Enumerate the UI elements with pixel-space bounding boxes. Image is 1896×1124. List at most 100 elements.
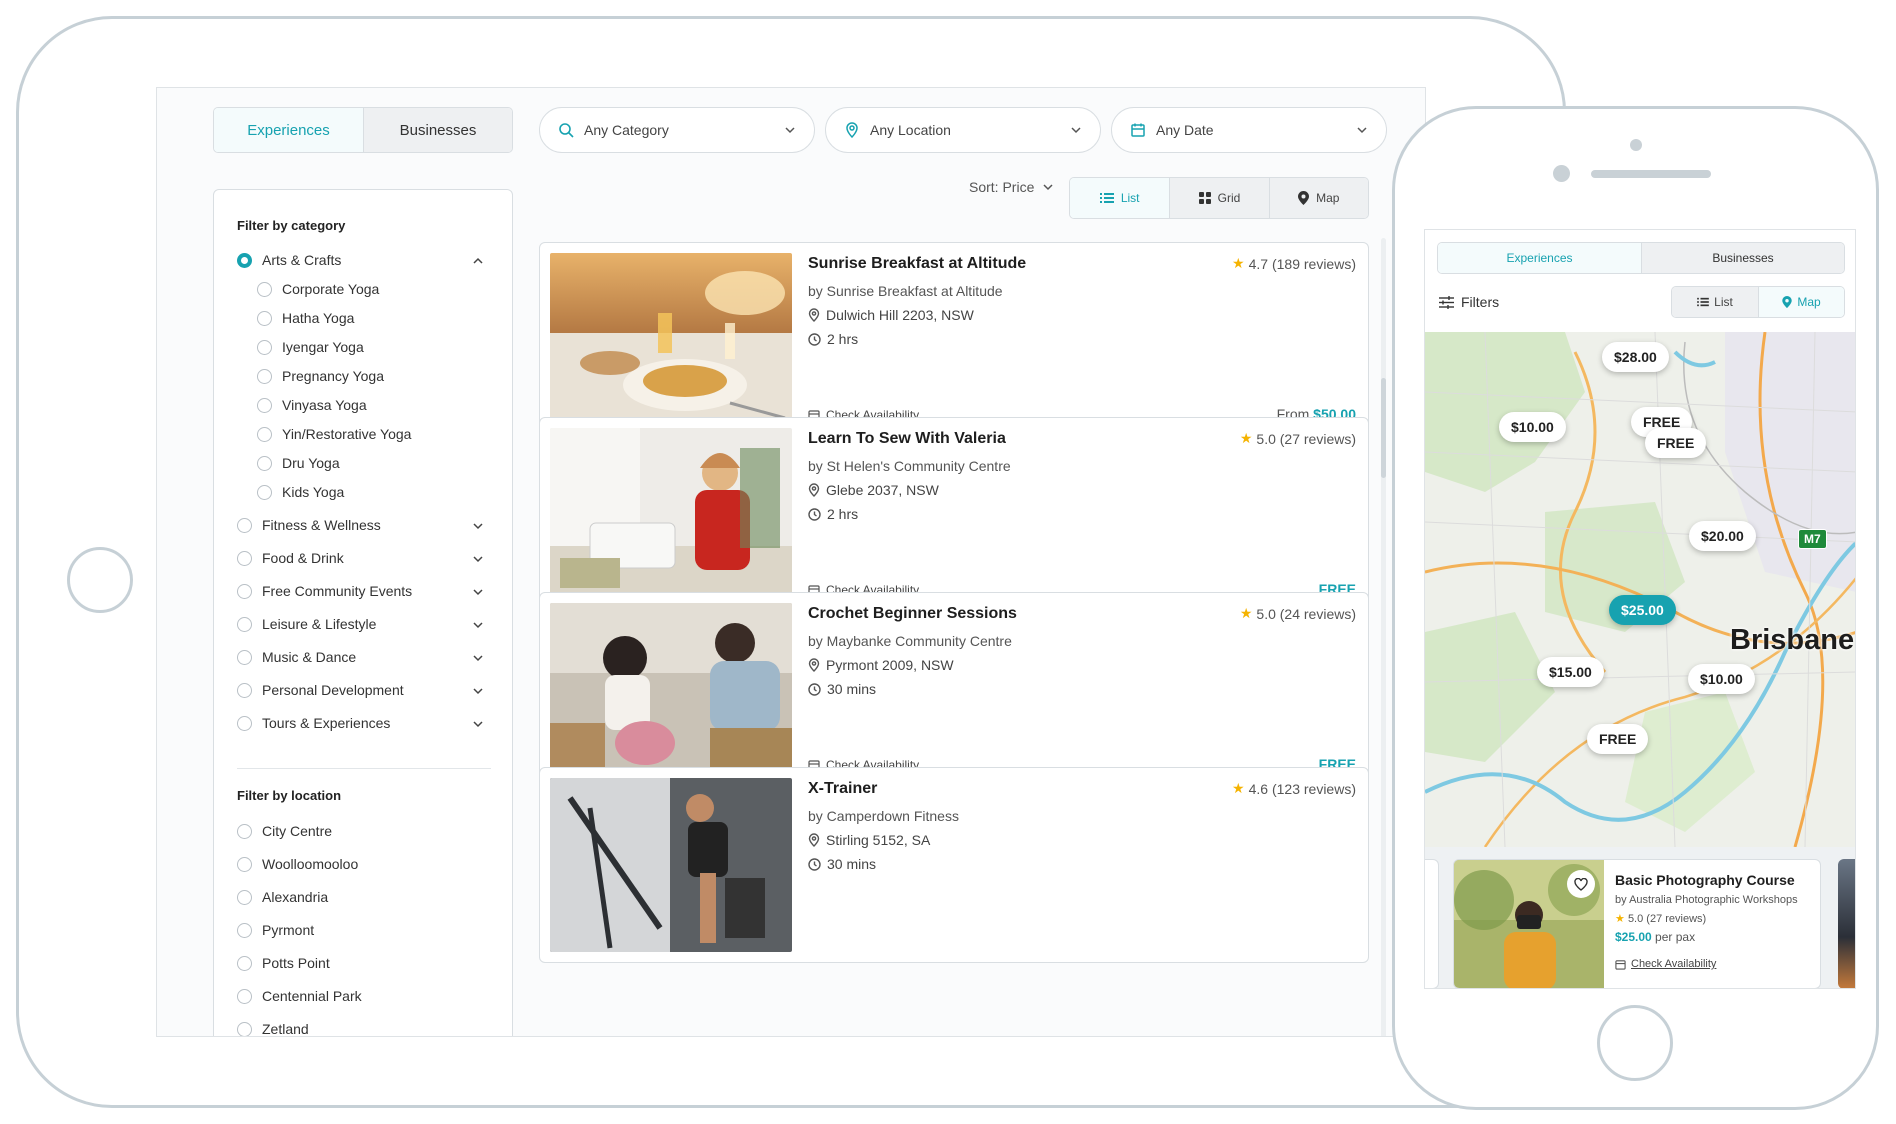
subcategory-dru-yoga[interactable]: Dru Yoga	[257, 455, 340, 471]
map-price-pin-selected[interactable]: $25.00	[1609, 595, 1676, 625]
date-dropdown[interactable]: Any Date	[1111, 107, 1387, 153]
phone-speaker	[1591, 170, 1711, 178]
view-list-label: List	[1714, 295, 1733, 309]
check-availability-link[interactable]: Check Availability	[1615, 958, 1716, 970]
location-label: Potts Point	[262, 955, 330, 971]
category-leisure-lifestyle[interactable]: Leisure & Lifestyle	[237, 616, 376, 632]
favorite-heart-button[interactable]	[1567, 870, 1595, 898]
map-card-carousel[interactable]: Basic Photography Course by Australia Ph…	[1425, 847, 1855, 988]
star-icon: ★	[1232, 255, 1245, 271]
mobile-filters-button[interactable]: Filters	[1439, 294, 1499, 310]
listing-card[interactable]: Crochet Beginner Sessions ★ 5.0 (24 revie…	[539, 592, 1369, 788]
subcategory-iyengar-yoga[interactable]: Iyengar Yoga	[257, 339, 364, 355]
location-alexandria[interactable]: Alexandria	[237, 889, 328, 905]
radio-icon	[237, 649, 252, 665]
listing-card[interactable]: Learn To Sew With Valeria ★ 5.0 (27 revie…	[539, 417, 1369, 613]
radio-icon	[257, 455, 272, 471]
chevron-down-icon[interactable]	[472, 553, 484, 565]
location-pin-icon	[846, 122, 858, 138]
listing-photo-sewing	[550, 428, 792, 602]
category-personal-development[interactable]: Personal Development	[237, 682, 404, 698]
chevron-up-icon[interactable]	[472, 255, 484, 267]
category-fitness-wellness[interactable]: Fitness & Wellness	[237, 517, 381, 533]
subcategory-yin-restorative-yoga[interactable]: Yin/Restorative Yoga	[257, 426, 411, 442]
category-dropdown[interactable]: Any Category	[539, 107, 815, 153]
map-price-pin[interactable]: FREE	[1587, 724, 1649, 754]
location-dropdown[interactable]: Any Location	[825, 107, 1101, 153]
listing-title[interactable]: Learn To Sew With Valeria	[808, 430, 1006, 448]
view-map-label: Map	[1797, 295, 1821, 309]
subcategory-corporate-yoga[interactable]: Corporate Yoga	[257, 281, 379, 297]
map-price-pin[interactable]: $15.00	[1537, 657, 1604, 687]
map-listing-card[interactable]: Basic Photography Course by Australia Ph…	[1453, 859, 1821, 988]
category-tours-experiences[interactable]: Tours & Experiences	[237, 715, 390, 731]
listing-card[interactable]: X-Trainer ★ 4.6 (123 reviews) by Camperdo…	[539, 767, 1369, 963]
map-price-pin[interactable]: $20.00	[1689, 521, 1756, 551]
location-dropdown-label: Any Location	[870, 122, 951, 138]
listing-title[interactable]: X-Trainer	[808, 780, 877, 798]
radio-checked-icon	[237, 252, 252, 268]
map-listing-title[interactable]: Basic Photography Course	[1615, 872, 1795, 888]
grid-icon	[1198, 192, 1211, 204]
map-pin-icon	[1298, 191, 1310, 205]
view-grid-button[interactable]: Grid	[1169, 178, 1269, 218]
chevron-down-icon[interactable]	[472, 520, 484, 532]
phone-sensor	[1630, 139, 1642, 151]
phone-home-button	[1597, 1005, 1673, 1081]
carousel-prev-card[interactable]	[1425, 859, 1439, 988]
duration-text: 30 mins	[827, 856, 877, 872]
listing-card[interactable]: Sunrise Breakfast at Altitude ★ 4.7 (189 …	[539, 242, 1369, 438]
scrollbar-track[interactable]	[1381, 238, 1386, 1036]
radio-icon	[237, 517, 252, 533]
clock-icon	[808, 682, 821, 696]
chevron-down-icon[interactable]	[472, 685, 484, 697]
view-list-button[interactable]: List	[1672, 287, 1758, 317]
map-price-pin[interactable]: $10.00	[1499, 412, 1566, 442]
duration-text: 2 hrs	[827, 506, 859, 522]
category-music-dance[interactable]: Music & Dance	[237, 649, 356, 665]
clock-icon	[808, 507, 821, 521]
location-text: Stirling 5152, SA	[826, 832, 931, 848]
chevron-down-icon[interactable]	[472, 586, 484, 598]
tab-experiences[interactable]: Experiences	[1438, 243, 1641, 273]
category-dropdown-label: Any Category	[584, 122, 669, 138]
listing-title[interactable]: Sunrise Breakfast at Altitude	[808, 255, 1026, 273]
chevron-down-icon[interactable]	[472, 718, 484, 730]
location-pyrmont[interactable]: Pyrmont	[237, 922, 314, 938]
subcategory-hatha-yoga[interactable]: Hatha Yoga	[257, 310, 354, 326]
tab-experiences[interactable]: Experiences	[214, 108, 363, 152]
view-map-button[interactable]: Map	[1268, 178, 1368, 218]
map-view[interactable]: M7 Brisbane $28.00 $10.00 FREE FREE $20.…	[1425, 332, 1855, 847]
radio-icon	[237, 583, 252, 599]
scrollbar-thumb[interactable]	[1381, 378, 1386, 478]
location-zetland[interactable]: Zetland	[237, 1021, 309, 1036]
view-list-button[interactable]: List	[1070, 178, 1170, 218]
subcategory-pregnancy-yoga[interactable]: Pregnancy Yoga	[257, 368, 384, 384]
duration-text: 30 mins	[827, 681, 877, 697]
location-city-centre[interactable]: City Centre	[237, 823, 332, 839]
view-map-button[interactable]: Map	[1758, 287, 1844, 317]
tab-businesses[interactable]: Businesses	[363, 108, 512, 152]
category-free-community-events[interactable]: Free Community Events	[237, 583, 412, 599]
listing-title[interactable]: Crochet Beginner Sessions	[808, 605, 1017, 623]
subcategory-vinyasa-yoga[interactable]: Vinyasa Yoga	[257, 397, 367, 413]
location-woolloomooloo[interactable]: Woolloomooloo	[237, 856, 358, 872]
listing-photo-crochet	[550, 603, 792, 777]
carousel-next-card[interactable]	[1838, 859, 1855, 988]
category-food-drink[interactable]: Food & Drink	[237, 550, 344, 566]
location-centennial-park[interactable]: Centennial Park	[237, 988, 362, 1004]
map-price-pin[interactable]: $28.00	[1602, 342, 1669, 372]
chevron-down-icon	[1357, 127, 1367, 134]
subcategory-kids-yoga[interactable]: Kids Yoga	[257, 484, 344, 500]
radio-icon	[237, 988, 252, 1004]
tab-businesses[interactable]: Businesses	[1641, 243, 1844, 273]
chevron-down-icon[interactable]	[472, 619, 484, 631]
map-price-pin[interactable]: $10.00	[1688, 664, 1755, 694]
chevron-down-icon[interactable]	[472, 652, 484, 664]
motorway-badge: M7	[1798, 529, 1827, 549]
location-potts-point[interactable]: Potts Point	[237, 955, 330, 971]
duration-text: 2 hrs	[827, 331, 859, 347]
category-arts-crafts[interactable]: Arts & Crafts	[237, 252, 341, 268]
sort-dropdown[interactable]: Sort: Price	[969, 179, 1054, 195]
map-price-pin[interactable]: FREE	[1645, 428, 1707, 458]
